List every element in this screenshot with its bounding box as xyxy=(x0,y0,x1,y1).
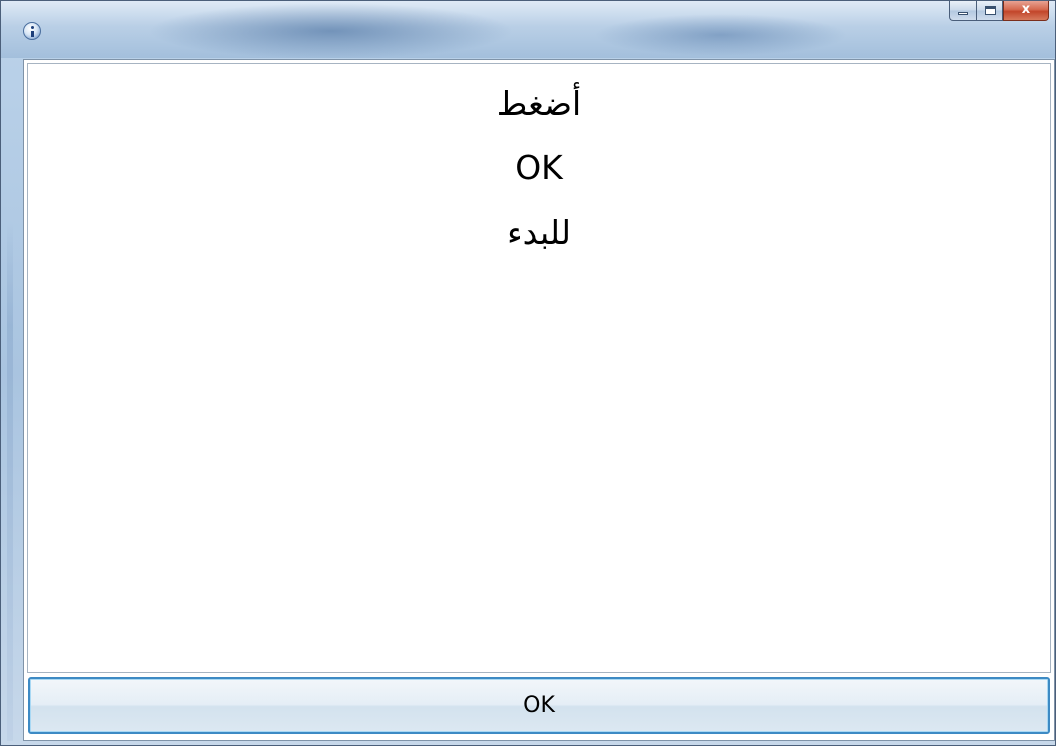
info-icon[interactable] xyxy=(23,22,41,40)
ok-button[interactable]: OK xyxy=(28,677,1050,734)
window-frame-edge xyxy=(7,221,13,741)
caption-buttons: x xyxy=(949,1,1049,21)
message-line-press: أضغط xyxy=(496,84,582,123)
dialog-client-area: أضغط OK للبدء OK xyxy=(23,59,1055,741)
message-line-to-start: للبدء xyxy=(507,213,571,252)
close-icon: x xyxy=(1021,2,1031,17)
message-panel: أضغط OK للبدء xyxy=(27,63,1051,673)
message-line-ok: OK xyxy=(515,148,563,187)
maximize-button[interactable] xyxy=(976,1,1003,21)
title-bar[interactable]: x xyxy=(1,1,1055,58)
dialog-window: x أضغط OK للبدء OK xyxy=(0,0,1056,746)
close-button[interactable]: x xyxy=(1003,1,1049,21)
minimize-icon xyxy=(958,12,968,15)
maximize-icon xyxy=(985,6,996,15)
minimize-button[interactable] xyxy=(949,1,976,21)
